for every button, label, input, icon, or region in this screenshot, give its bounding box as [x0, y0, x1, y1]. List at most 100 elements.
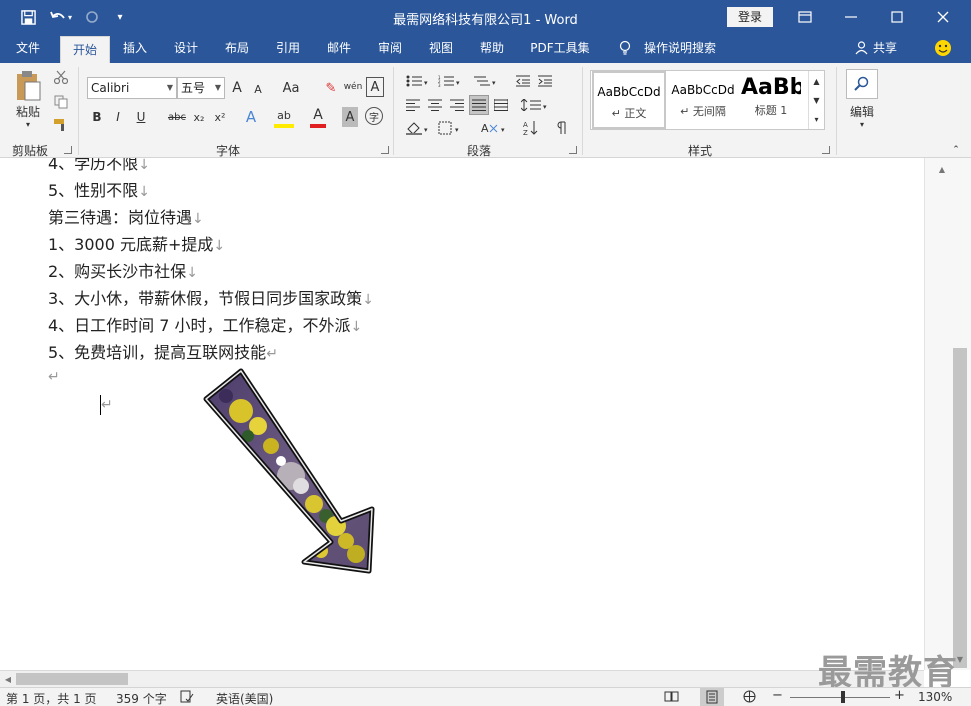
- zoom-in-button[interactable]: +: [894, 688, 905, 703]
- highlight-button[interactable]: ab: [274, 106, 294, 128]
- ribbon-display-options-icon[interactable]: [782, 0, 828, 34]
- decrease-indent-icon[interactable]: [514, 73, 532, 89]
- styles-launcher-icon[interactable]: [822, 146, 830, 154]
- paste-dropdown-icon[interactable]: ▾: [22, 119, 34, 129]
- magnifier-icon[interactable]: [846, 69, 878, 99]
- sort-icon[interactable]: AZ: [522, 119, 540, 137]
- font-name-combo[interactable]: Calibri ▼: [87, 77, 177, 99]
- page-count[interactable]: 第 1 页，共 1 页: [6, 690, 97, 706]
- zoom-level[interactable]: 130%: [918, 690, 952, 704]
- tab-file[interactable]: 文件: [6, 34, 50, 63]
- tab-view[interactable]: 视图: [418, 34, 464, 63]
- doc-line-text: 2、购买长沙市社保: [48, 262, 187, 281]
- cut-icon[interactable]: [52, 68, 70, 86]
- font-launcher-icon[interactable]: [381, 146, 389, 154]
- copy-icon[interactable]: [52, 93, 70, 111]
- show-marks-icon[interactable]: [553, 119, 571, 137]
- style-normal[interactable]: AaBbCcDd ↵ 正文: [592, 71, 666, 129]
- multilevel-list-icon[interactable]: ▾: [470, 73, 500, 89]
- document-canvas[interactable]: 4、学历不限↓ 5、性别不限↓ 第三待遇：岗位待遇↓ 1、3000 元底薪+提成…: [0, 158, 924, 670]
- maximize-button[interactable]: [874, 0, 920, 34]
- bold-button[interactable]: B: [89, 107, 105, 127]
- editing-button[interactable]: 编辑: [842, 103, 882, 119]
- paste-icon[interactable]: [10, 69, 46, 103]
- horizontal-scrollbar[interactable]: ◀: [0, 670, 924, 687]
- shrink-font-button[interactable]: A: [250, 80, 266, 98]
- clear-formatting-button[interactable]: ✎: [322, 78, 340, 98]
- italic-button[interactable]: I: [110, 107, 126, 127]
- minimize-button[interactable]: [828, 0, 874, 34]
- character-shading-button[interactable]: A: [342, 107, 358, 127]
- style-no-spacing[interactable]: AaBbCcDd ↵ 无间隔: [666, 71, 740, 129]
- zoom-slider-track[interactable]: [790, 697, 890, 698]
- style-heading-1[interactable]: AaBb 标题 1: [741, 71, 801, 129]
- smiley-feedback-icon[interactable]: [932, 34, 954, 63]
- collapse-ribbon-icon[interactable]: ⌃: [950, 145, 962, 155]
- bullets-icon[interactable]: ▾: [404, 73, 432, 89]
- scroll-up-icon[interactable]: ▲: [934, 162, 950, 176]
- enclose-characters-button[interactable]: 字: [365, 107, 383, 125]
- close-button[interactable]: [920, 0, 966, 34]
- strikethrough-button[interactable]: abc: [166, 107, 188, 127]
- shading-icon[interactable]: ▾: [404, 119, 432, 137]
- paste-button[interactable]: 粘贴: [10, 103, 46, 119]
- vertical-scrollbar[interactable]: ▲ ▼: [924, 158, 971, 670]
- grow-font-button[interactable]: A: [229, 78, 245, 98]
- phonetic-guide-button[interactable]: wén: [343, 76, 363, 98]
- read-mode-icon[interactable]: [664, 690, 679, 706]
- tab-help[interactable]: 帮助: [469, 34, 515, 63]
- change-case-button[interactable]: Aa: [278, 78, 304, 98]
- tell-me-search[interactable]: 操作说明搜索: [640, 34, 720, 63]
- web-layout-icon[interactable]: [742, 690, 757, 706]
- styles-scroll-up-icon[interactable]: ▲: [808, 71, 824, 91]
- increase-indent-icon[interactable]: [536, 73, 554, 89]
- font-size-combo[interactable]: 五号 ▼: [177, 77, 225, 99]
- superscript-button[interactable]: x²: [211, 107, 229, 127]
- tab-design[interactable]: 设计: [163, 34, 209, 63]
- character-border-button[interactable]: A: [366, 77, 384, 97]
- styles-scroll-down-icon[interactable]: ▼: [808, 91, 824, 110]
- underline-button[interactable]: U: [132, 107, 150, 127]
- horizontal-scroll-thumb[interactable]: [16, 673, 128, 685]
- align-right-icon[interactable]: [448, 97, 466, 113]
- arrow-shape[interactable]: [196, 366, 386, 576]
- clipboard-launcher-icon[interactable]: [64, 146, 72, 154]
- tab-home[interactable]: 开始: [60, 36, 110, 63]
- chinese-layout-icon[interactable]: A ▾: [480, 119, 510, 137]
- lightbulb-icon[interactable]: [614, 34, 636, 63]
- print-layout-icon[interactable]: [700, 688, 724, 706]
- distributed-icon[interactable]: [492, 97, 510, 113]
- align-left-icon[interactable]: [404, 97, 422, 113]
- borders-icon[interactable]: ▾: [436, 119, 464, 137]
- scroll-left-icon[interactable]: ◀: [2, 672, 14, 686]
- tab-review[interactable]: 审阅: [367, 34, 413, 63]
- tab-references[interactable]: 引用: [265, 34, 311, 63]
- subscript-button[interactable]: x₂: [190, 107, 208, 127]
- editing-dropdown-icon[interactable]: ▾: [856, 119, 868, 129]
- tab-insert[interactable]: 插入: [112, 34, 158, 63]
- font-color-button[interactable]: A: [310, 106, 326, 128]
- doc-line: 5、免费培训，提高互联网技能↵: [48, 339, 278, 363]
- zoom-slider-thumb[interactable]: [841, 691, 845, 703]
- numbering-icon[interactable]: 1 2 3 ▾: [436, 73, 464, 89]
- line-spacing-icon[interactable]: ▾: [520, 97, 550, 113]
- share-button[interactable]: 共享: [870, 34, 900, 63]
- justify-icon[interactable]: [469, 95, 489, 115]
- paragraph-group-label: 段落: [466, 144, 491, 158]
- zoom-out-button[interactable]: −: [772, 688, 783, 703]
- format-painter-icon[interactable]: [52, 116, 70, 134]
- text-effects-button[interactable]: A: [242, 106, 260, 128]
- person-icon[interactable]: [852, 34, 870, 63]
- align-center-icon[interactable]: [426, 97, 444, 113]
- styles-more-icon[interactable]: ▾: [808, 110, 824, 129]
- language-indicator[interactable]: 英语(美国): [216, 690, 273, 706]
- proofing-icon[interactable]: [180, 690, 194, 706]
- vertical-scroll-thumb[interactable]: [953, 348, 967, 668]
- word-count[interactable]: 359 个字: [116, 690, 167, 706]
- tab-mailings[interactable]: 邮件: [316, 34, 362, 63]
- tab-layout[interactable]: 布局: [214, 34, 260, 63]
- paragraph-launcher-icon[interactable]: [569, 146, 577, 154]
- tab-pdf-tools[interactable]: PDF工具集: [524, 34, 596, 63]
- cursor-line: ↵: [100, 394, 113, 415]
- login-button[interactable]: 登录: [727, 7, 773, 27]
